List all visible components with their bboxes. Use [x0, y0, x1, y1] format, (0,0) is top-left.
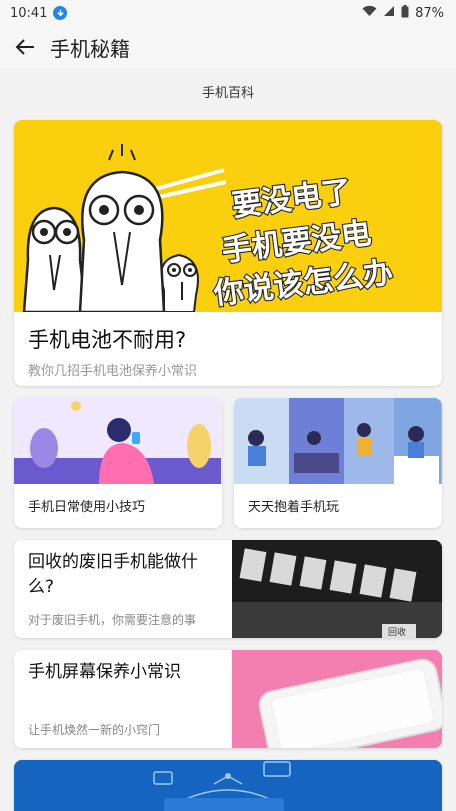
- battery-icon: [401, 4, 409, 22]
- back-arrow-icon[interactable]: [12, 34, 38, 60]
- article-screen-care-card[interactable]: 手机屏幕保养小常识 让手机焕然一新的小窍门: [14, 650, 442, 748]
- battery-level: 87%: [415, 5, 444, 21]
- page-title: 手机秘籍: [50, 36, 130, 61]
- tile-phone-addiction[interactable]: 天天抱着手机玩: [234, 398, 442, 528]
- status-bar: 10:41 87%: [0, 0, 456, 26]
- tile-daily-tips[interactable]: 手机日常使用小技巧: [14, 398, 222, 528]
- app-bar: 手机秘籍: [0, 26, 456, 68]
- wifi-icon: [362, 5, 377, 21]
- hero-article-card[interactable]: 要没电了 手机要没电 你说该怎么办 手机电池不耐用? 教你几招手机电池保养小常识: [14, 120, 442, 386]
- battery-banner-illustration: 要没电了 手机要没电 你说该怎么办: [14, 120, 442, 312]
- recycle-tag: 回收: [388, 626, 406, 638]
- status-time: 10:41: [10, 5, 48, 21]
- article-title: 回收的废旧手机能做什么?: [28, 552, 198, 597]
- hero-title: 手机电池不耐用?: [28, 328, 187, 352]
- tile-label: 手机日常使用小技巧: [28, 500, 146, 515]
- daily-tips-illustration: [14, 398, 222, 484]
- tech-illustration: [14, 760, 442, 811]
- article-card-partial[interactable]: [14, 760, 442, 811]
- download-icon: [53, 6, 68, 20]
- signal-icon: [383, 5, 395, 21]
- banner-line-1: 要没电了: [230, 175, 353, 224]
- tile-label: 天天抱着手机玩: [248, 500, 340, 515]
- phone-addiction-illustration: [234, 398, 442, 484]
- recycled-phones-photo: 回收: [232, 540, 442, 638]
- article-description: 让手机焕然一新的小窍门: [28, 723, 161, 737]
- article-recycle-card[interactable]: 回收的废旧手机能做什么? 对于废旧手机，你需要注意的事 回收: [14, 540, 442, 638]
- hero-subtitle: 教你几招手机电池保养小常识: [28, 364, 198, 379]
- section-header: 手机百科: [201, 85, 254, 101]
- screen-protector-photo: [232, 650, 442, 748]
- article-title: 手机屏幕保养小常识: [28, 662, 181, 682]
- article-description: 对于废旧手机，你需要注意的事: [28, 613, 197, 627]
